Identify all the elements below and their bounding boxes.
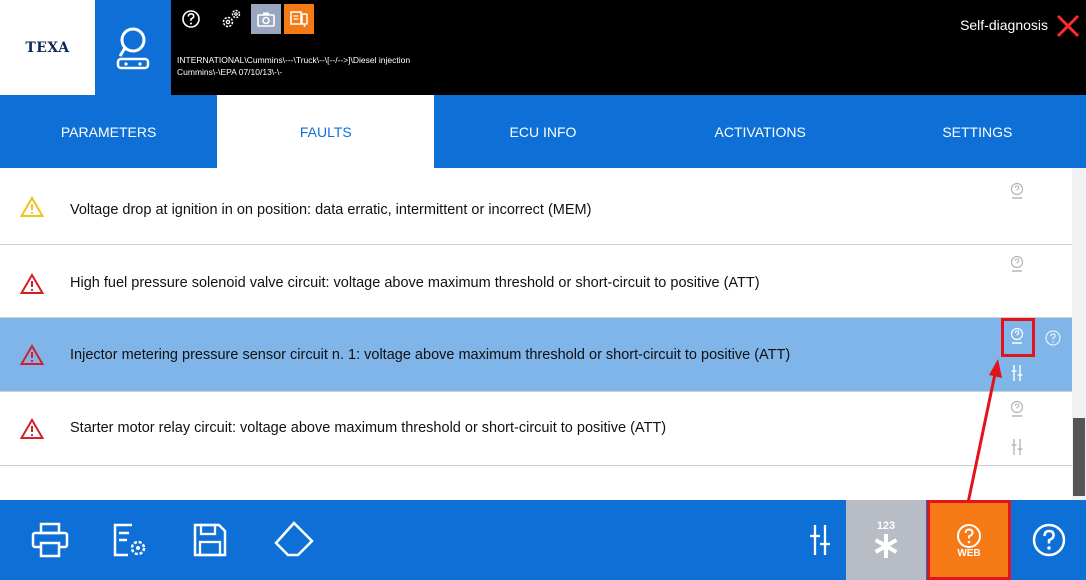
warning-yellow-icon	[20, 196, 44, 217]
gears-icon	[222, 9, 241, 28]
printer-icon	[31, 522, 69, 558]
fault-row[interactable]: Voltage drop at ignition in on position:…	[0, 168, 1072, 245]
fault-list: Voltage drop at ignition in on position:…	[0, 168, 1072, 500]
top-bar: TEXA INTERNATIONAL\Cummins\---\Truck\--\…	[0, 0, 1086, 95]
fault-description: Voltage drop at ignition in on position:…	[70, 202, 592, 218]
web-help-icon	[957, 523, 981, 548]
asterisk-icon	[874, 534, 898, 558]
freeze-frame-button[interactable]: 123	[846, 500, 926, 580]
warning-red-icon	[20, 273, 44, 294]
web-help-icon[interactable]	[1008, 400, 1026, 420]
fault-row[interactable]: Starter motor relay circuit: voltage abo…	[0, 392, 1072, 466]
help-button[interactable]	[1024, 500, 1074, 580]
close-x-icon	[1056, 14, 1080, 38]
top-ecu-button[interactable]	[284, 4, 314, 34]
ecu-connect-icon	[290, 11, 308, 27]
tab-parameters[interactable]: PARAMETERS	[0, 95, 217, 168]
config-icon	[113, 523, 146, 557]
save-button[interactable]	[188, 500, 232, 580]
warning-red-icon	[20, 344, 44, 365]
logo-text: TEXA	[25, 39, 70, 56]
web-label: WEB	[957, 547, 981, 559]
eraser-icon	[274, 521, 314, 557]
help-circle-icon[interactable]	[1044, 329, 1062, 347]
annotation-arrow	[966, 359, 1002, 504]
breadcrumb-line: Cummins\-\EPA 07/10/13\-\-	[177, 67, 283, 77]
parameters-icon	[810, 525, 830, 555]
web-help-icon[interactable]	[1008, 182, 1026, 202]
fault-description: Injector metering pressure sensor circui…	[70, 347, 791, 363]
diagnosis-home-button[interactable]	[95, 0, 171, 95]
tab-settings[interactable]: SETTINGS	[869, 95, 1086, 168]
config-button[interactable]	[108, 500, 152, 580]
top-camera-button[interactable]	[251, 4, 281, 34]
help-circle-icon	[182, 10, 200, 28]
help-circle-icon	[1032, 523, 1066, 557]
bottom-toolbar: 123 WEB	[0, 500, 1086, 580]
fault-row[interactable]: High fuel pressure solenoid valve circui…	[0, 245, 1072, 318]
breadcrumb-line: INTERNATIONAL\Cummins\---\Truck\--\[--/-…	[177, 55, 411, 65]
fault-description: Starter motor relay circuit: voltage abo…	[70, 420, 667, 436]
freeze-count: 123	[876, 520, 896, 532]
fault-description: High fuel pressure solenoid valve circui…	[70, 275, 760, 291]
highlight-box	[1001, 318, 1035, 357]
fault-row-selected[interactable]: Injector metering pressure sensor circui…	[0, 318, 1072, 392]
scrollbar-thumb[interactable]	[1073, 418, 1085, 496]
parameters-icon[interactable]	[1010, 364, 1024, 382]
breadcrumb: INTERNATIONAL\Cummins\---\Truck\--\[--/-…	[177, 54, 537, 78]
close-button[interactable]	[1050, 8, 1086, 44]
parameters-icon[interactable]	[1010, 438, 1024, 456]
tab-bar: PARAMETERS FAULTS ECU INFO ACTIVATIONS S…	[0, 95, 1086, 168]
diagnosis-home-icon	[116, 27, 150, 69]
save-icon	[193, 523, 227, 557]
top-settings-button[interactable]	[216, 4, 246, 34]
tab-ecu-info[interactable]: ECU INFO	[434, 95, 651, 168]
mode-title: Self-diagnosis	[960, 17, 1048, 33]
web-help-icon[interactable]	[1008, 255, 1026, 275]
tab-faults[interactable]: FAULTS	[217, 95, 435, 168]
print-button[interactable]	[28, 500, 72, 580]
warning-red-icon	[20, 418, 44, 439]
erase-button[interactable]	[270, 500, 318, 580]
parameters-button[interactable]	[800, 500, 840, 580]
camera-icon	[257, 12, 275, 27]
web-help-button[interactable]: WEB	[927, 500, 1011, 580]
top-help-button[interactable]	[178, 4, 204, 34]
texa-logo: TEXA	[0, 0, 95, 95]
tab-activations[interactable]: ACTIVATIONS	[652, 95, 869, 168]
